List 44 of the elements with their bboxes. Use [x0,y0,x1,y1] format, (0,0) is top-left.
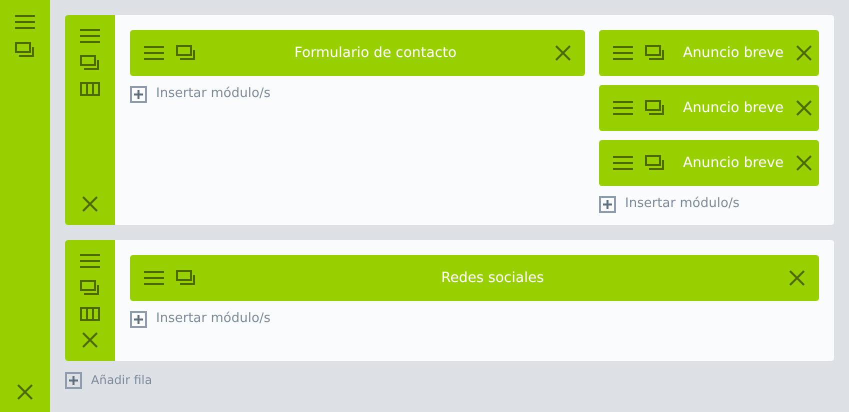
close-icon[interactable] [796,155,812,171]
columns-icon[interactable] [80,307,100,321]
insert-module-link[interactable]: Insertar módulo/s [156,84,271,104]
duplicate-icon[interactable] [645,155,665,171]
duplicate-icon[interactable] [176,45,196,61]
module-title: Redes sociales [440,268,545,288]
menu-icon[interactable] [144,45,164,61]
duplicate-icon[interactable] [176,270,196,286]
module-bar[interactable]: Anuncio breve [599,85,819,131]
menu-icon[interactable] [144,270,164,286]
close-icon[interactable] [82,332,98,348]
menu-icon[interactable] [80,28,100,44]
module-title: Anuncio breve [682,154,784,172]
module-bar[interactable]: Redes sociales [130,255,819,301]
duplicate-icon[interactable] [645,100,665,116]
module-bar[interactable]: Formulario de contacto [130,30,585,76]
module-title: Anuncio breve [682,44,784,62]
plus-icon[interactable] [65,372,82,388]
module-title: Anuncio breve [682,98,784,118]
close-icon[interactable] [796,100,812,116]
close-icon[interactable] [82,196,98,212]
menu-icon[interactable] [613,100,633,116]
module-title: Formulario de contacto [293,44,458,62]
close-icon[interactable] [17,384,33,400]
module-bar[interactable]: Anuncio breve [599,140,819,186]
close-icon[interactable] [789,270,805,286]
duplicate-icon[interactable] [80,280,100,296]
add-row-link[interactable]: Añadir fila [91,371,152,389]
module-bar[interactable]: Anuncio breve [599,30,819,76]
plus-icon[interactable] [130,86,147,102]
duplicate-icon[interactable] [645,45,665,61]
close-icon[interactable] [796,45,812,61]
menu-icon[interactable] [613,155,633,171]
plus-icon[interactable] [130,310,147,328]
columns-icon[interactable] [80,82,100,96]
duplicate-icon[interactable] [80,55,100,71]
duplicate-icon[interactable] [15,42,35,58]
insert-module-link[interactable]: Insertar módulo/s [625,194,740,214]
menu-icon[interactable] [613,45,633,61]
plus-icon[interactable] [599,196,616,212]
insert-module-link[interactable]: Insertar módulo/s [156,309,271,329]
menu-icon[interactable] [80,253,100,269]
menu-icon[interactable] [15,14,35,30]
close-icon[interactable] [555,45,571,61]
